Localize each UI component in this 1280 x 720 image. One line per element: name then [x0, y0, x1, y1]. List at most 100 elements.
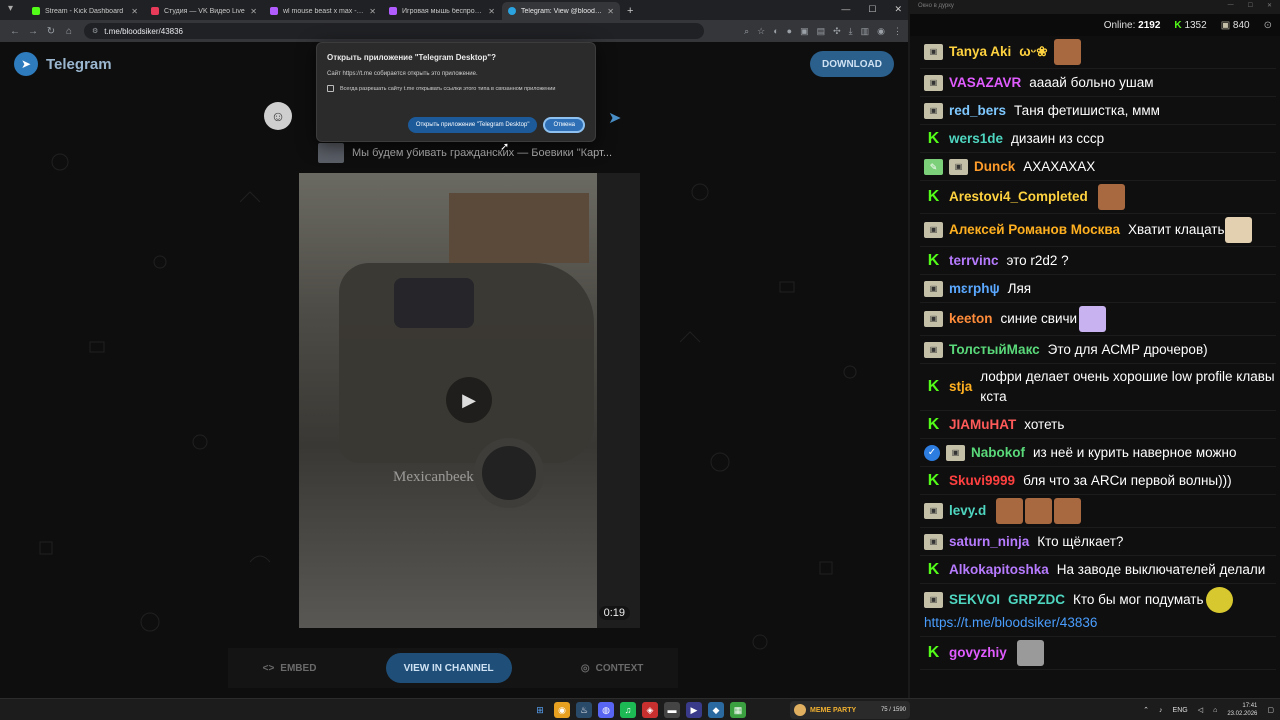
- chat-link[interactable]: https://t.me/bloodsiker/43836: [924, 613, 1276, 633]
- tab-close-icon[interactable]: ✕: [607, 7, 614, 16]
- chat-message[interactable]: K Arestovi4_Completed: [920, 181, 1276, 214]
- chat-message[interactable]: ▣ ТолстыйМакс Это для АСМР дрочеров): [920, 336, 1276, 364]
- chrome-icon[interactable]: ◉: [554, 702, 570, 718]
- chat-message[interactable]: K govyzhiy: [920, 637, 1276, 670]
- globe-icon: ◎: [580, 662, 590, 674]
- video-player[interactable]: Mexicanbeek ▶ 0:19: [299, 173, 640, 628]
- chat-message[interactable]: ▣ keeton синие свичи: [920, 303, 1276, 336]
- context-button[interactable]: ◎ CONTEXT: [581, 663, 644, 674]
- doge-icon: [794, 704, 806, 716]
- new-tab-icon[interactable]: +: [627, 5, 633, 17]
- chat-message[interactable]: K wers1de дизаин из ссср: [920, 125, 1276, 153]
- tab-search-icon[interactable]: ▾: [8, 3, 22, 17]
- chat-mention[interactable]: GRPZDC: [1008, 590, 1065, 610]
- chat-message[interactable]: K Alkokapitoshka На заводе выключателей …: [920, 556, 1276, 584]
- tab-kick-dashboard[interactable]: Stream - Kick Dashboard ✕: [26, 2, 144, 20]
- sidebar-icon[interactable]: ▥: [861, 26, 870, 37]
- chat-message[interactable]: ▣ Алексей Романов Москва Хватит клацать: [920, 214, 1276, 247]
- telegram-logo[interactable]: ➤ Telegram: [14, 52, 112, 76]
- chat-message[interactable]: K Skuvi9999 бля что за ARCи первой волны…: [920, 467, 1276, 495]
- clock[interactable]: 17:41 23.02.2026: [1227, 702, 1257, 718]
- tab-wl-mouse[interactable]: wl mouse beast x max - купить ✕: [264, 2, 382, 20]
- minimize-icon[interactable]: —: [841, 4, 850, 15]
- extension-icon[interactable]: ▤: [817, 26, 826, 37]
- online-counter: Online: 2192: [1104, 20, 1161, 31]
- chat-message[interactable]: ▣ VASAZAVR аааай больно ушам: [920, 69, 1276, 97]
- maximize-icon[interactable]: ☐: [868, 4, 876, 15]
- network-icon[interactable]: ⌂: [1213, 707, 1217, 714]
- spotify-icon[interactable]: ♫: [620, 702, 636, 718]
- steam-icon[interactable]: ♨: [576, 702, 592, 718]
- start-icon[interactable]: ⊞: [532, 702, 548, 718]
- chat-message[interactable]: K JIAMuHAT хотеть: [920, 411, 1276, 439]
- bookmark-star-icon[interactable]: ☆: [757, 26, 765, 37]
- tray-arrow-icon[interactable]: ⌃: [1143, 706, 1149, 714]
- tab-close-icon[interactable]: ✕: [369, 7, 376, 16]
- brand-name: Telegram: [46, 55, 112, 73]
- home-icon[interactable]: ⌂: [60, 26, 78, 37]
- embed-button[interactable]: <> EMBED: [263, 663, 317, 674]
- app-icon[interactable]: ◈: [642, 702, 658, 718]
- app-icon[interactable]: ▶: [686, 702, 702, 718]
- chat-window: Окно в дурку — ☐ ✕ Online: 2192 K 1352 ▣…: [910, 0, 1280, 698]
- chat-message[interactable]: ▣ mɛrphψ Ляя: [920, 275, 1276, 303]
- channel-avatar[interactable]: ☺: [264, 102, 292, 130]
- chat-message[interactable]: ▣ Tanya Aki ωᵕ❀: [920, 36, 1276, 69]
- app-icon[interactable]: ◆: [708, 702, 724, 718]
- play-icon[interactable]: ▶: [446, 377, 492, 423]
- discord-icon[interactable]: ◍: [598, 702, 614, 718]
- app-icon[interactable]: ▬: [664, 702, 680, 718]
- chat-message[interactable]: ✎ ▣ Dunck АХАХАХАХ: [920, 153, 1276, 181]
- settings-icon[interactable]: ⊙: [1264, 20, 1272, 31]
- chat-message[interactable]: ▣ levy.d: [920, 495, 1276, 528]
- meme-title: MEME PARTY: [810, 706, 857, 714]
- view-in-channel-button[interactable]: VIEW IN CHANNEL: [385, 653, 512, 683]
- extension-icon[interactable]: ●: [787, 26, 792, 37]
- zoom-icon[interactable]: ⌕: [744, 26, 749, 37]
- tab-telegram[interactable]: Telegram: View @bloodsiker ✕: [502, 2, 620, 20]
- reload-icon[interactable]: ↻: [42, 26, 60, 37]
- tab-close-icon[interactable]: ✕: [250, 7, 257, 16]
- vk-badge-icon: ▣: [924, 280, 943, 297]
- download-button[interactable]: DOWNLOAD: [810, 51, 894, 77]
- chat-message[interactable]: ✓ ▣ Nabokof из неё и курить наверное мож…: [920, 439, 1276, 467]
- chat-message[interactable]: K stja лофри делает очень хорошие low pr…: [920, 364, 1276, 411]
- extension-icon[interactable]: ◐: [773, 26, 778, 37]
- chat-message[interactable]: ▣ saturn_ninja Кто щёлкает?: [920, 528, 1276, 556]
- extension-icon[interactable]: ▣: [800, 26, 809, 37]
- video-letterbox: [597, 173, 640, 628]
- back-icon[interactable]: ←: [6, 26, 24, 37]
- notification-icon[interactable]: ▢: [1267, 706, 1274, 714]
- chat-message[interactable]: K terrvinc это r2d2 ?: [920, 247, 1276, 275]
- video-duration: 0:19: [598, 606, 630, 620]
- open-app-button[interactable]: Открыть приложение "Telegram Desktop": [407, 117, 538, 133]
- close-icon[interactable]: ✕: [1267, 2, 1272, 9]
- address-bar[interactable]: ⚙ t.me/bloodsiker/43836: [84, 23, 704, 39]
- cancel-button[interactable]: Отмена: [543, 117, 585, 133]
- chat-nick: keeton: [949, 311, 993, 326]
- profile-icon[interactable]: ◉: [877, 26, 885, 37]
- site-info-icon[interactable]: ⚙: [92, 27, 98, 35]
- always-allow-checkbox[interactable]: [327, 85, 334, 92]
- download-icon[interactable]: ⤓: [849, 26, 853, 37]
- speaker-icon[interactable]: ◁: [1198, 706, 1203, 714]
- tab-close-icon[interactable]: ✕: [488, 7, 495, 16]
- app-icon[interactable]: ▦: [730, 702, 746, 718]
- language-indicator[interactable]: ENG: [1173, 707, 1188, 714]
- meme-party-widget[interactable]: MEME PARTY 75 / 1590: [790, 701, 910, 719]
- extensions-puzzle-icon[interactable]: ✣: [833, 26, 841, 37]
- always-allow-checkbox-row[interactable]: Всегда разрешать сайту t.me открывать сс…: [327, 85, 585, 92]
- menu-icon[interactable]: ⋮: [893, 26, 902, 37]
- tab-vk-studio[interactable]: Студия — VK Видео Live ✕: [145, 2, 263, 20]
- reply-preview[interactable]: Мы будем убивать гражданских — Боевики "…: [318, 140, 638, 166]
- chat-message[interactable]: ▣ SEKVOI GRPZDC Кто бы мог подумать http…: [920, 584, 1276, 637]
- tab-gaming-mouse[interactable]: Игровая мышь беспроводная ✕: [383, 2, 501, 20]
- minimize-icon[interactable]: —: [1228, 2, 1234, 9]
- tab-close-icon[interactable]: ✕: [131, 7, 138, 16]
- forward-icon[interactable]: →: [24, 26, 42, 37]
- mic-icon[interactable]: ♪: [1159, 707, 1163, 714]
- share-icon[interactable]: ➤: [608, 108, 621, 128]
- maximize-icon[interactable]: ☐: [1248, 2, 1253, 9]
- chat-message[interactable]: ▣ red_bers Таня фетишистка, ммм: [920, 97, 1276, 125]
- close-icon[interactable]: ✕: [894, 4, 902, 15]
